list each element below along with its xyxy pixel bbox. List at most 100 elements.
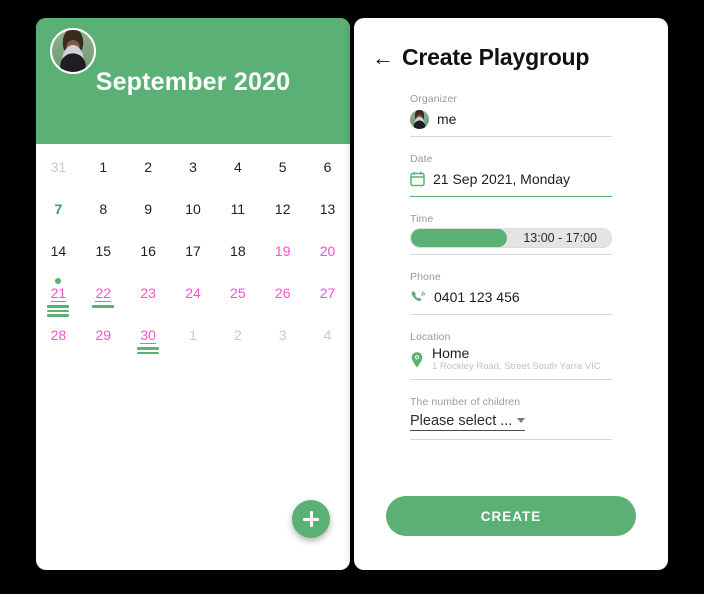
create-button[interactable]: CREATE bbox=[386, 496, 636, 536]
calendar-day-number: 17 bbox=[185, 243, 201, 259]
event-bars bbox=[47, 305, 70, 317]
calendar-day[interactable]: 23 bbox=[131, 278, 165, 320]
time-range-slider[interactable]: 13:00 - 17:00 bbox=[410, 228, 612, 248]
map-pin-icon bbox=[411, 351, 423, 368]
calendar-day[interactable]: 19 bbox=[266, 236, 300, 278]
children-count-select[interactable]: Please select ... bbox=[410, 413, 526, 431]
calendar-day[interactable]: 9 bbox=[131, 194, 165, 236]
calendar-day[interactable]: 3 bbox=[266, 320, 300, 362]
calendar-day-number: 6 bbox=[323, 159, 332, 175]
field-date: Date 21 Sep 2021, Monday bbox=[410, 153, 612, 201]
calendar-day[interactable]: 20 bbox=[311, 236, 345, 278]
calendar-day-number: 4 bbox=[233, 159, 242, 175]
calendar-day[interactable]: 21 bbox=[41, 278, 75, 320]
back-arrow-icon[interactable]: ← bbox=[372, 46, 394, 69]
calendar-day-number: 21 bbox=[50, 285, 67, 302]
calendar-day[interactable]: 16 bbox=[131, 236, 165, 278]
time-label: Time bbox=[410, 213, 434, 225]
calendar-day-number: 14 bbox=[50, 243, 67, 259]
calendar-day-number: 16 bbox=[140, 243, 156, 259]
calendar-day[interactable]: 7 bbox=[41, 194, 75, 236]
calendar-day-number: 10 bbox=[185, 201, 201, 217]
organizer-row[interactable]: me bbox=[410, 108, 612, 130]
location-label: Location bbox=[410, 331, 451, 343]
calendar-day-number: 28 bbox=[50, 327, 67, 343]
calendar-day[interactable]: 3 bbox=[176, 152, 210, 194]
field-location: Location Home 1 Rockley Road, Street Sou… bbox=[410, 331, 612, 384]
calendar-day[interactable]: 18 bbox=[221, 236, 255, 278]
children-count-rule bbox=[410, 439, 612, 440]
field-organizer: Organizer me bbox=[410, 93, 612, 141]
event-bar bbox=[47, 309, 70, 312]
calendar-day-number: 11 bbox=[230, 201, 246, 217]
time-slider-fill bbox=[411, 229, 507, 247]
calendar-day[interactable]: 17 bbox=[176, 236, 210, 278]
organizer-value: me bbox=[437, 111, 457, 127]
screen: September 2020 31 1 2 3 4 5 6 7 8 9 10 11 12 13 14 15 16… bbox=[0, 0, 704, 594]
calendar-header: September 2020 bbox=[36, 18, 350, 144]
create-playgroup-card: ← Create Playgroup Organizer me Date 21 … bbox=[354, 18, 668, 570]
calendar-day[interactable]: 4 bbox=[311, 320, 345, 362]
calendar-day-number: 12 bbox=[274, 201, 291, 217]
calendar-day-number: 19 bbox=[274, 243, 291, 259]
calendar-day-number: 23 bbox=[140, 285, 156, 301]
event-bar bbox=[47, 314, 70, 317]
calendar-day[interactable]: 2 bbox=[131, 152, 165, 194]
calendar-day-number: 3 bbox=[278, 327, 287, 343]
event-bar bbox=[137, 347, 160, 350]
calendar-day-number: 2 bbox=[144, 159, 153, 175]
time-rule bbox=[410, 254, 612, 255]
calendar-day-number: 4 bbox=[323, 327, 332, 343]
calendar-day[interactable]: 12 bbox=[266, 194, 300, 236]
location-address: 1 Rockley Road, Street South Yarra VIC bbox=[432, 361, 601, 372]
calendar-day[interactable]: 5 bbox=[266, 152, 300, 194]
form-fields: Organizer me Date 21 Sep 2021, Monday Ti… bbox=[354, 71, 668, 444]
calendar-day[interactable]: 28 bbox=[41, 320, 75, 362]
calendar-day[interactable]: 27 bbox=[311, 278, 345, 320]
phone-row[interactable]: 0401 123 456 bbox=[410, 286, 612, 308]
calendar-day[interactable]: 4 bbox=[221, 152, 255, 194]
calendar-day[interactable]: 30 bbox=[131, 320, 165, 362]
calendar-card: September 2020 31 1 2 3 4 5 6 7 8 9 10 11 12 13 14 15 16… bbox=[36, 18, 350, 570]
calendar-day[interactable]: 6 bbox=[311, 152, 345, 194]
calendar-day-number: 5 bbox=[278, 159, 287, 175]
form-header: ← Create Playgroup bbox=[354, 18, 668, 71]
date-row[interactable]: 21 Sep 2021, Monday bbox=[410, 168, 612, 190]
calendar-day[interactable]: 29 bbox=[86, 320, 120, 362]
calendar-day[interactable]: 11 bbox=[221, 194, 255, 236]
calendar-day-number: 30 bbox=[140, 327, 156, 344]
plus-icon bbox=[303, 511, 319, 527]
calendar-day[interactable]: 8 bbox=[86, 194, 120, 236]
time-value: 13:00 - 17:00 bbox=[523, 231, 597, 245]
calendar-day-number: 1 bbox=[99, 159, 108, 175]
calendar-day[interactable]: 14 bbox=[41, 236, 75, 278]
calendar-day-number: 2 bbox=[233, 327, 242, 343]
calendar-day-number: 20 bbox=[319, 243, 336, 259]
calendar-day[interactable]: 2 bbox=[221, 320, 255, 362]
calendar-day[interactable]: 26 bbox=[266, 278, 300, 320]
add-playgroup-button[interactable] bbox=[292, 500, 330, 538]
field-time: Time 13:00 - 17:00 bbox=[410, 213, 612, 259]
field-phone: Phone 0401 123 456 bbox=[410, 271, 612, 319]
calendar-day[interactable]: 1 bbox=[86, 152, 120, 194]
event-bars bbox=[92, 305, 115, 308]
calendar-day[interactable]: 13 bbox=[311, 194, 345, 236]
chevron-down-icon bbox=[517, 418, 526, 423]
organizer-label: Organizer bbox=[410, 93, 458, 105]
location-name: Home bbox=[432, 345, 470, 361]
children-count-row[interactable]: Please select ... bbox=[410, 411, 612, 433]
calendar-day[interactable]: 1 bbox=[176, 320, 210, 362]
calendar-day[interactable]: 15 bbox=[86, 236, 120, 278]
location-row[interactable]: Home 1 Rockley Road, Street South Yarra … bbox=[410, 346, 612, 373]
calendar-day[interactable]: 31 bbox=[41, 152, 75, 194]
calendar-day-number: 26 bbox=[274, 285, 291, 301]
calendar-day[interactable]: 24 bbox=[176, 278, 210, 320]
phone-label: Phone bbox=[410, 271, 441, 283]
calendar-day[interactable]: 25 bbox=[221, 278, 255, 320]
event-bar bbox=[47, 305, 70, 308]
event-bar bbox=[137, 351, 160, 354]
calendar-day[interactable]: 22 bbox=[86, 278, 120, 320]
calendar-day[interactable]: 10 bbox=[176, 194, 210, 236]
calendar-grid[interactable]: 31 1 2 3 4 5 6 7 8 9 10 11 12 13 14 15 16 17 18 19 20 21 22 23 2… bbox=[36, 144, 350, 362]
calendar-day-number: 22 bbox=[95, 285, 112, 302]
